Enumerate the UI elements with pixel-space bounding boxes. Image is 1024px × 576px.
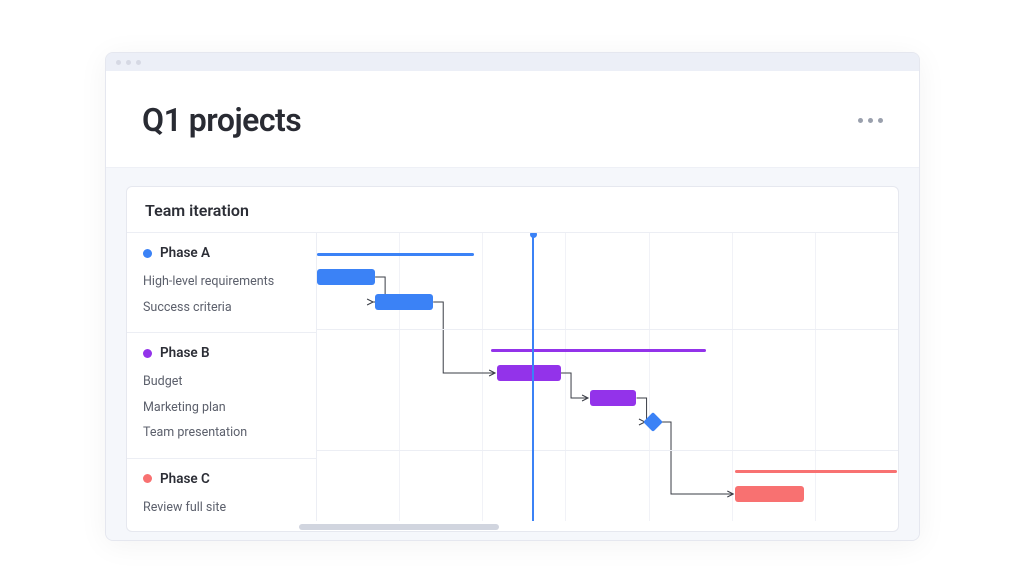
task-list: Phase A High-level requirementsSuccess cr… [127, 233, 317, 521]
phase-group: Phase B BudgetMarketing planTeam presenta… [127, 333, 316, 459]
card-title: Team iteration [127, 187, 898, 232]
task-label[interactable]: High-level requirements [143, 269, 300, 295]
window-titlebar [106, 53, 919, 71]
task-bar[interactable] [590, 390, 636, 406]
phase-title[interactable]: Phase C [143, 471, 300, 487]
phase-label: Phase C [160, 471, 210, 487]
phase-summary-bar[interactable] [317, 253, 474, 256]
dot-icon [858, 118, 863, 123]
timeline-grid [317, 233, 898, 521]
gantt-container: Phase A High-level requirementsSuccess cr… [127, 232, 898, 521]
content-area: Team iteration Phase A High-level require… [106, 168, 919, 540]
task-label[interactable]: Success criteria [143, 295, 300, 321]
phase-color-icon [143, 249, 152, 258]
task-bar[interactable] [317, 269, 375, 285]
timeline-area[interactable] [317, 233, 898, 521]
horizontal-scrollbar[interactable] [127, 523, 898, 531]
scrollbar-thumb[interactable] [299, 524, 499, 530]
phase-summary-bar[interactable] [735, 470, 897, 473]
task-bar[interactable] [497, 365, 561, 381]
dot-icon [878, 118, 883, 123]
more-options-button[interactable] [858, 118, 883, 123]
dot-icon [868, 118, 873, 123]
phase-label: Phase A [160, 245, 210, 261]
phase-title[interactable]: Phase A [143, 245, 300, 261]
row-divider [317, 450, 898, 451]
task-label[interactable]: Marketing plan [143, 395, 300, 421]
row-divider [317, 329, 898, 330]
traffic-light-icon [116, 60, 121, 65]
page-header: Q1 projects [106, 71, 919, 168]
today-marker [532, 233, 534, 521]
phase-color-icon [143, 349, 152, 358]
traffic-light-icon [126, 60, 131, 65]
traffic-light-icon [136, 60, 141, 65]
phase-summary-bar[interactable] [491, 349, 706, 352]
phase-title[interactable]: Phase B [143, 345, 300, 361]
task-label[interactable]: Review full site [143, 495, 300, 521]
gantt-card: Team iteration Phase A High-level require… [126, 186, 899, 532]
phase-label: Phase B [160, 345, 210, 361]
task-label[interactable]: Team presentation [143, 420, 300, 446]
task-label[interactable]: Budget [143, 369, 300, 395]
phase-color-icon [143, 474, 152, 483]
phase-group: Phase A High-level requirementsSuccess cr… [127, 233, 316, 333]
task-bar[interactable] [375, 294, 433, 310]
task-bar[interactable] [735, 486, 805, 502]
app-window: Q1 projects Team iteration Phase A High-l… [105, 52, 920, 541]
page-title: Q1 projects [142, 101, 301, 139]
phase-group: Phase C Review full site [127, 459, 316, 533]
